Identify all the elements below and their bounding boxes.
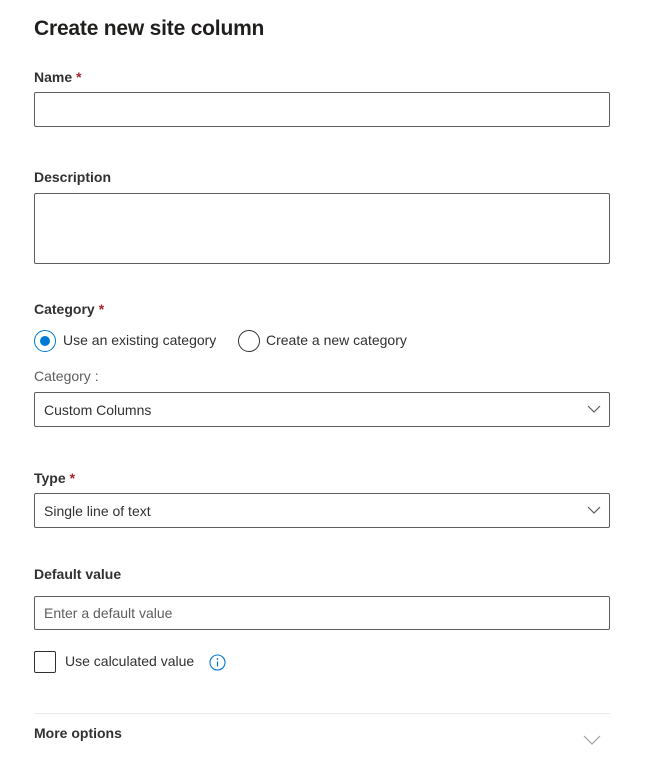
chevron-down-icon[interactable] [583, 731, 601, 749]
type-label-text: Type [34, 470, 66, 486]
required-asterisk: * [69, 470, 76, 486]
category-sublabel: Category : [34, 368, 99, 384]
name-label: Name * [34, 69, 82, 85]
radio-new-category-label[interactable]: Create a new category [266, 332, 407, 348]
type-dropdown[interactable]: Single line of text [34, 493, 610, 528]
section-divider [34, 713, 610, 714]
name-label-text: Name [34, 69, 73, 85]
category-dropdown-value: Custom Columns [44, 402, 152, 418]
type-label: Type * [34, 470, 75, 486]
chevron-down-icon [587, 405, 601, 413]
radio-existing-category[interactable] [34, 330, 56, 352]
default-value-input[interactable]: Enter a default value [34, 596, 610, 630]
category-dropdown[interactable]: Custom Columns [34, 392, 610, 427]
description-textarea[interactable] [34, 193, 610, 264]
calculated-value-label[interactable]: Use calculated value [65, 653, 194, 669]
type-dropdown-value: Single line of text [44, 503, 151, 519]
default-value-placeholder: Enter a default value [44, 605, 173, 621]
description-label: Description [34, 169, 112, 185]
radio-new-category[interactable] [238, 330, 260, 352]
more-options-label[interactable]: More options [34, 725, 122, 741]
default-value-label: Default value [34, 566, 122, 582]
required-asterisk: * [76, 69, 82, 85]
radio-existing-category-label[interactable]: Use an existing category [63, 332, 216, 348]
name-input[interactable] [34, 92, 610, 127]
panel-title: Create new site column [34, 17, 265, 40]
required-asterisk: * [98, 301, 105, 317]
calculated-value-checkbox[interactable] [34, 651, 56, 673]
chevron-down-icon [587, 506, 601, 514]
category-label: Category * [34, 301, 104, 317]
info-icon[interactable] [209, 654, 226, 671]
category-label-text: Category [34, 301, 95, 317]
